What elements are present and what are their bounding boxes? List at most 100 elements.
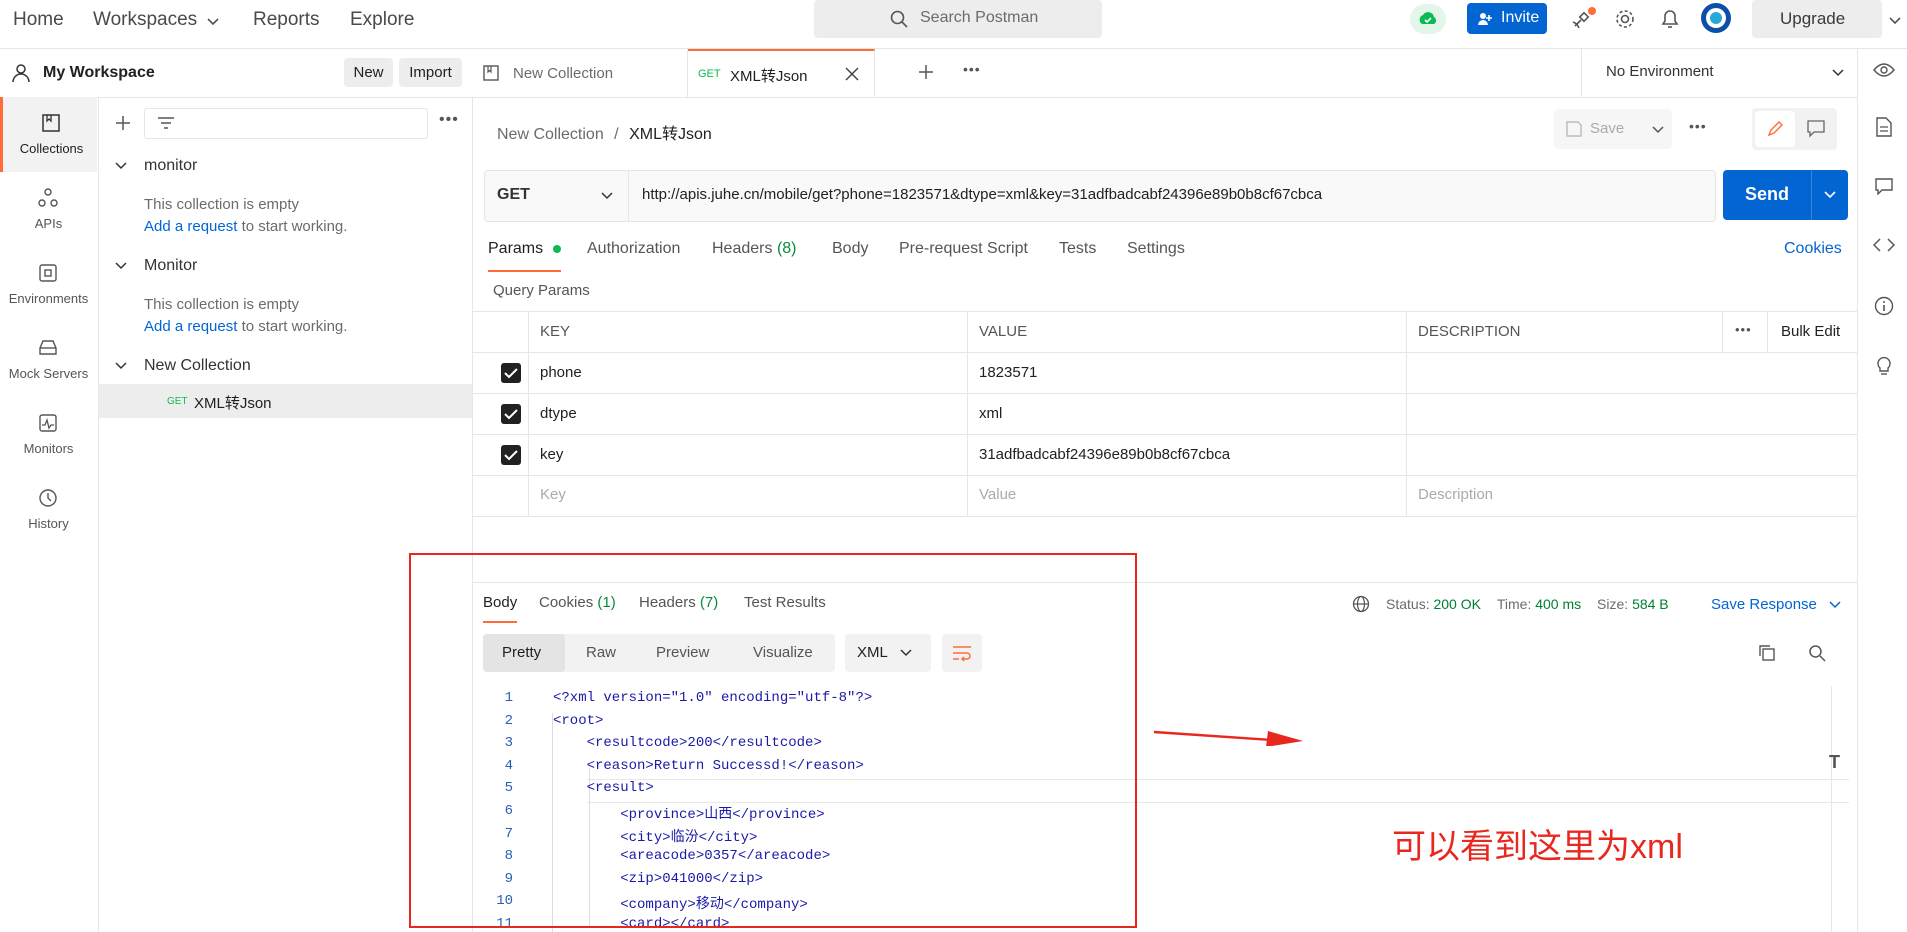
collection-new-collection[interactable]: New Collection <box>144 357 251 375</box>
tab-params[interactable]: Params <box>488 240 561 272</box>
url-input[interactable]: http://apis.juhe.cn/mobile/get?phone=182… <box>642 186 1322 203</box>
param-value[interactable]: xml <box>979 405 1002 422</box>
tab-tests[interactable]: Tests <box>1059 240 1096 258</box>
bell-icon[interactable] <box>1660 8 1680 30</box>
import-button[interactable]: Import <box>399 58 462 87</box>
tab-headers[interactable]: Headers (8) <box>712 240 797 258</box>
breadcrumb-current[interactable]: XML转Json <box>629 126 712 143</box>
sidebar-item-apis[interactable]: APIs <box>0 172 97 247</box>
copy-icon[interactable] <box>1758 644 1776 662</box>
chevron-down-icon[interactable] <box>115 260 127 272</box>
nav-workspaces[interactable]: Workspaces <box>93 9 197 31</box>
tab-new-collection[interactable]: New Collection <box>473 49 688 97</box>
more-options-icon[interactable]: ••• <box>1689 118 1707 134</box>
plus-icon[interactable] <box>918 64 934 80</box>
chevron-down-icon[interactable] <box>1652 124 1664 136</box>
url-bar: GET http://apis.juhe.cn/mobile/get?phone… <box>484 170 1716 222</box>
new-button[interactable]: New <box>344 58 393 87</box>
save-button[interactable]: Save <box>1590 120 1624 137</box>
add-user-icon <box>1478 13 1492 25</box>
add-request-link[interactable]: Add a request <box>144 218 237 235</box>
scrollbar-track[interactable] <box>1831 686 1832 932</box>
status-value[interactable]: 200 OK <box>1433 596 1480 612</box>
method-badge: GET <box>698 68 721 80</box>
chevron-down-icon[interactable] <box>1824 189 1836 201</box>
comment-mode-icon[interactable] <box>1807 120 1825 138</box>
invite-label: Invite <box>1501 9 1540 26</box>
chevron-down-icon[interactable] <box>1829 599 1841 611</box>
breadcrumb-parent[interactable]: New Collection <box>497 126 604 143</box>
close-icon[interactable] <box>845 67 859 81</box>
chevron-down-icon[interactable] <box>115 360 127 372</box>
row-checkbox[interactable] <box>501 404 521 424</box>
nav-home[interactable]: Home <box>13 9 64 31</box>
row-checkbox[interactable] <box>501 363 521 383</box>
method-select[interactable]: GET <box>485 171 629 221</box>
more-options-icon[interactable]: ••• <box>1735 322 1752 337</box>
send-button[interactable]: Send <box>1723 170 1848 220</box>
nav-explore[interactable]: Explore <box>350 9 414 31</box>
new-description-input[interactable]: Description <box>1418 486 1493 503</box>
collection-monitor[interactable]: monitor <box>144 157 197 175</box>
query-params-title: Query Params <box>493 282 590 299</box>
column-header-key: KEY <box>540 323 571 340</box>
cookies-link[interactable]: Cookies <box>1784 240 1842 258</box>
row-checkbox[interactable] <box>501 445 521 465</box>
more-options-icon[interactable]: ••• <box>439 111 459 129</box>
tab-settings[interactable]: Settings <box>1127 240 1185 258</box>
sync-status-icon[interactable] <box>1410 4 1446 34</box>
save-response-button[interactable]: Save Response <box>1711 596 1817 613</box>
param-value[interactable]: 1823571 <box>979 364 1037 381</box>
gear-icon[interactable] <box>1614 8 1636 30</box>
param-key[interactable]: dtype <box>540 405 577 422</box>
comments-icon[interactable] <box>1874 177 1894 195</box>
globe-icon[interactable] <box>1352 595 1370 613</box>
environment-select[interactable]: No Environment <box>1581 49 1858 97</box>
search-icon[interactable] <box>1808 644 1826 662</box>
eye-icon[interactable] <box>1873 62 1895 78</box>
upgrade-button[interactable]: Upgrade <box>1752 0 1882 38</box>
satellite-icon[interactable] <box>1571 6 1597 32</box>
time-value[interactable]: 400 ms <box>1535 596 1581 612</box>
add-request-link[interactable]: Add a request <box>144 318 237 335</box>
chevron-down-icon[interactable] <box>115 160 127 172</box>
sidebar-item-environments[interactable]: Environments <box>0 247 97 322</box>
sidebar-item-label: Monitors <box>23 441 74 456</box>
edit-mode-button[interactable] <box>1755 111 1795 147</box>
param-key[interactable]: phone <box>540 364 582 381</box>
params-table: KEY VALUE DESCRIPTION ••• Bulk Edit phon… <box>473 311 1857 518</box>
sidebar-item-mock-servers[interactable]: Mock Servers <box>0 322 97 397</box>
empty-message: This collection is empty <box>144 196 300 213</box>
tab-xml-json[interactable]: GET XML转Json <box>688 49 875 97</box>
tab-authorization[interactable]: Authorization <box>587 240 680 258</box>
new-key-input[interactable]: Key <box>540 486 566 503</box>
search-input[interactable]: Search Postman <box>814 0 1102 38</box>
avatar[interactable] <box>1700 2 1732 34</box>
tab-prerequest-script[interactable]: Pre-request Script <box>899 240 1028 258</box>
lightbulb-icon[interactable] <box>1875 354 1893 376</box>
document-icon[interactable] <box>1875 117 1893 137</box>
sidebar-item-label: Environments <box>8 291 89 306</box>
filter-input[interactable] <box>144 108 428 139</box>
plus-icon[interactable] <box>115 115 131 131</box>
breadcrumb: New Collection / XML转Json <box>497 120 712 144</box>
size-value[interactable]: 584 B <box>1632 596 1669 612</box>
tab-body[interactable]: Body <box>832 240 868 258</box>
invite-button[interactable]: Invite <box>1467 3 1547 34</box>
apis-icon <box>38 188 58 207</box>
code-icon[interactable] <box>1873 237 1895 253</box>
chevron-down-icon[interactable] <box>1888 14 1902 28</box>
new-value-input[interactable]: Value <box>979 486 1016 503</box>
request-item-xml-json[interactable]: GET XML转Json <box>99 384 472 418</box>
more-tabs-icon[interactable]: ••• <box>963 61 981 77</box>
sidebar-item-history[interactable]: History <box>0 472 97 547</box>
sidebar-item-collections[interactable]: Collections <box>0 97 97 172</box>
param-key[interactable]: key <box>540 446 563 463</box>
info-icon[interactable] <box>1874 296 1894 316</box>
sidebar-item-monitors[interactable]: Monitors <box>0 397 97 472</box>
tab-label: Params <box>488 240 544 257</box>
collection-monitor-2[interactable]: Monitor <box>144 257 197 275</box>
param-value[interactable]: 31adfbadcabf24396e89b0b8cf67cbca <box>979 446 1230 463</box>
bulk-edit-button[interactable]: Bulk Edit <box>1781 323 1840 340</box>
nav-reports[interactable]: Reports <box>253 9 320 31</box>
